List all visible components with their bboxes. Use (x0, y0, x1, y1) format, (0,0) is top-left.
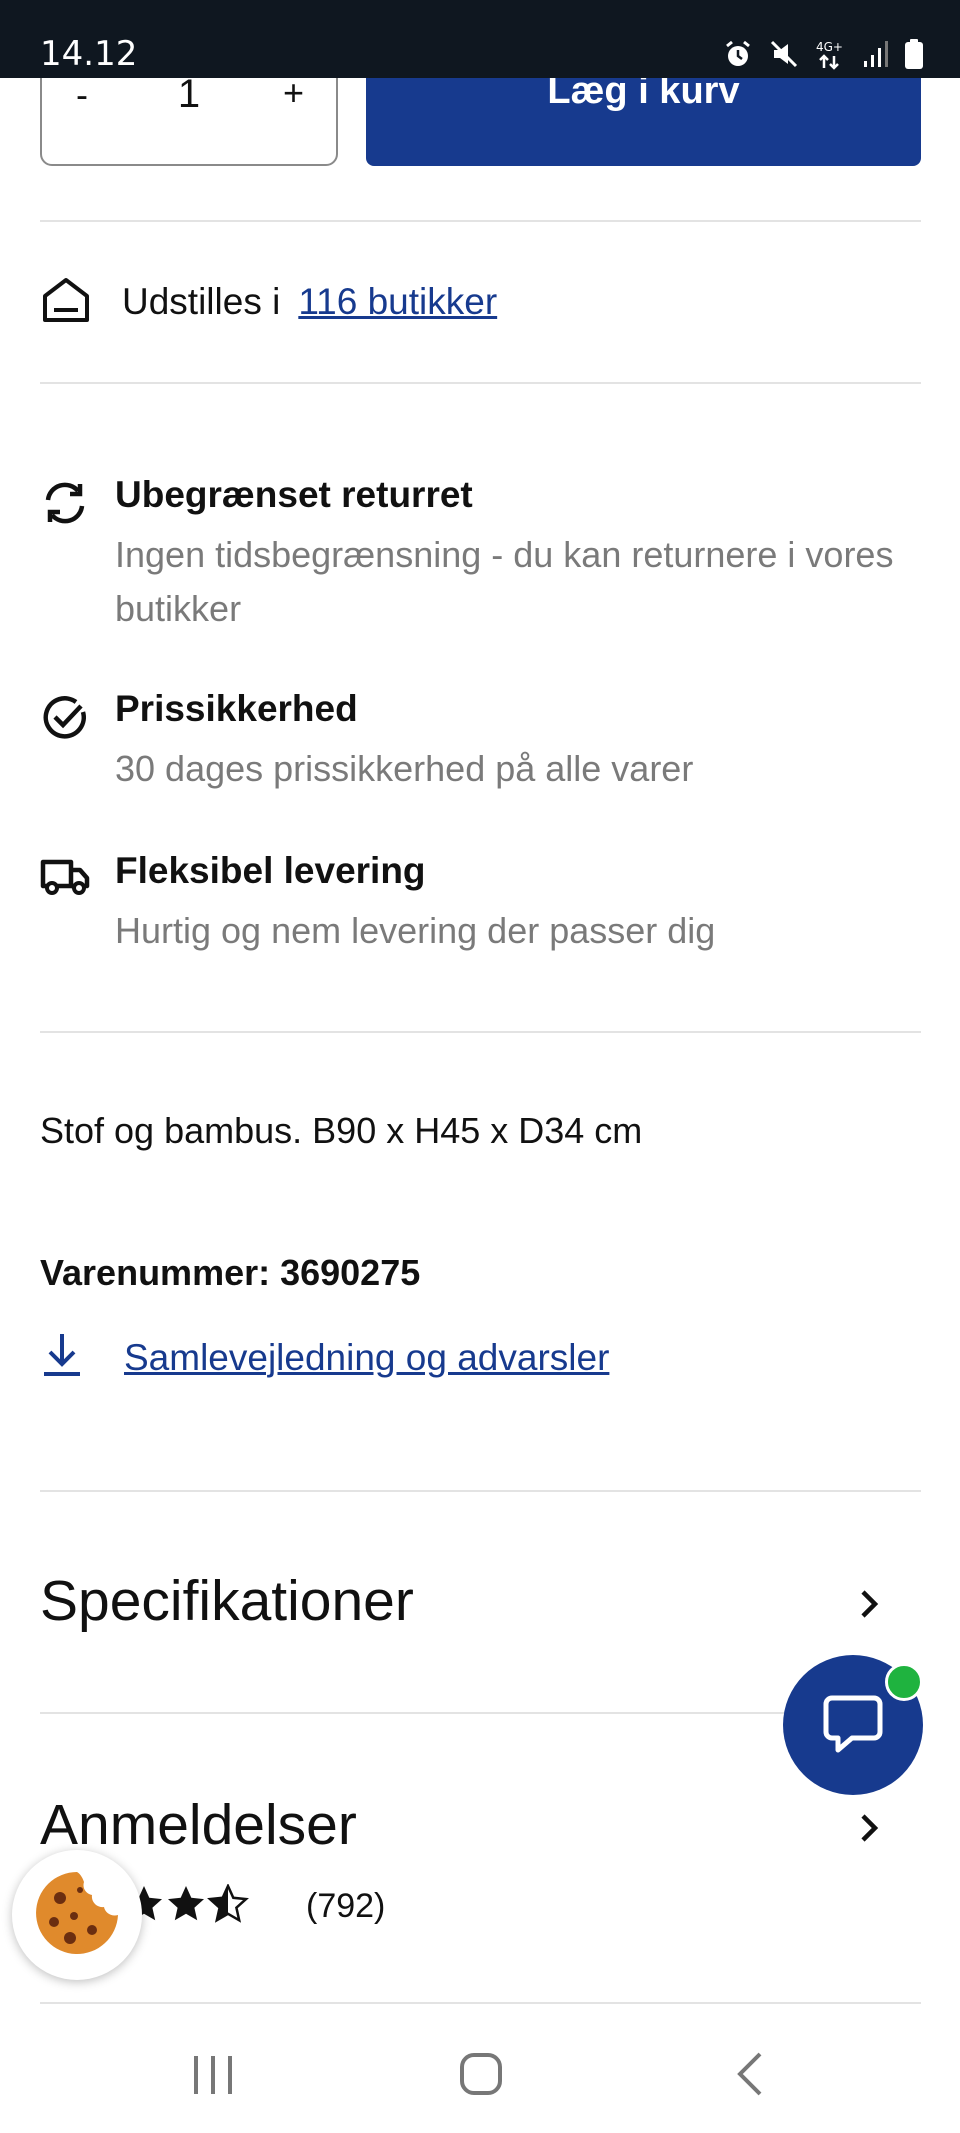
reviews-row[interactable]: Anmeldelser (792) (40, 1792, 921, 1925)
status-bar: 14.12 4G+ (0, 0, 960, 78)
benefit-description: Hurtig og nem levering der passer dig (115, 910, 716, 951)
network-4g-icon: 4G+ (814, 38, 848, 70)
store-icon (40, 276, 92, 329)
chevron-right-icon[interactable] (857, 1586, 881, 1627)
benefit-title: Prissikkerhed (115, 688, 358, 729)
divider (40, 2002, 921, 2004)
mute-icon (768, 38, 800, 70)
reviews-title[interactable]: Anmeldelser (40, 1792, 921, 1858)
increase-button[interactable]: + (283, 72, 304, 114)
benefit-title: Ubegrænset returret (115, 474, 473, 515)
alarm-icon (722, 38, 754, 70)
showroom-text: Udstilles i (122, 281, 281, 322)
benefit-description: Ingen tidsbegrænsning - du kan returnere… (115, 534, 894, 629)
signal-icon (862, 39, 890, 69)
home-icon[interactable] (458, 2050, 504, 2103)
cookie-icon[interactable] (32, 1868, 122, 1963)
check-circle-icon (40, 692, 90, 747)
divider (40, 1712, 785, 1714)
divider (40, 220, 921, 222)
download-row[interactable]: Samlevejledning og advarsler (40, 1330, 609, 1385)
article-number: Varenummer: 3690275 (40, 1252, 421, 1293)
truck-icon (40, 854, 90, 903)
status-icons: 4G+ (722, 38, 924, 70)
benefit-return: Ubegrænset returret Ingen tidsbegrænsnin… (40, 474, 921, 636)
benefit-delivery: Fleksibel levering Hurtig og nem leverin… (40, 850, 921, 958)
back-icon[interactable] (728, 2050, 774, 2103)
stores-link[interactable]: 116 butikker (298, 281, 497, 323)
online-indicator (885, 1663, 923, 1701)
chat-button[interactable] (783, 1655, 923, 1795)
divider (40, 1490, 921, 1492)
divider (40, 382, 921, 384)
review-count[interactable]: (792) (306, 1887, 385, 1926)
refresh-icon (40, 478, 90, 533)
benefit-description: 30 dages prissikkerhed på alle varer (115, 748, 694, 789)
cookie-settings-button[interactable] (12, 1850, 142, 1980)
specifications-row[interactable]: Specifikationer (40, 1568, 921, 1634)
product-material: Stof og bambus. B90 x H45 x D34 cm (40, 1110, 643, 1151)
svg-text:4G+: 4G+ (816, 40, 843, 54)
divider (40, 1031, 921, 1033)
battery-icon (904, 38, 924, 70)
download-icon[interactable] (40, 1330, 84, 1385)
assembly-instructions-link[interactable]: Samlevejledning og advarsler (124, 1337, 609, 1379)
status-time: 14.12 (40, 34, 138, 74)
specifications-title[interactable]: Specifikationer (40, 1568, 921, 1634)
system-navigation-bar (0, 2020, 960, 2133)
showroom-row: Udstilles i 116 butikker (40, 272, 497, 332)
chevron-right-icon[interactable] (857, 1810, 881, 1851)
benefit-price: Prissikkerhed 30 dages prissikkerhed på … (40, 688, 921, 796)
benefit-title: Fleksibel levering (115, 850, 426, 891)
chat-bubble-icon[interactable] (818, 1688, 888, 1763)
recent-apps-icon[interactable] (190, 2050, 236, 2103)
